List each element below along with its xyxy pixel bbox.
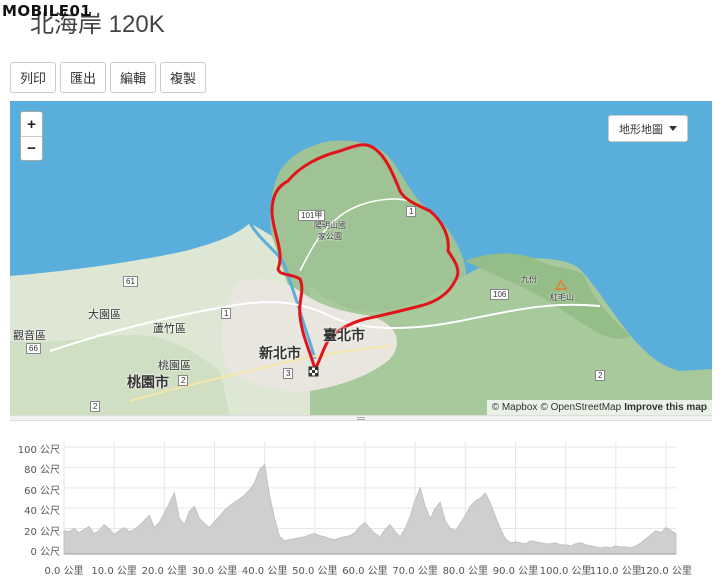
edit-button[interactable]: 編輯 (110, 62, 157, 93)
label-new-taipei: 新北市 (259, 346, 301, 362)
y-tick-label: 0 公尺 (30, 546, 60, 558)
y-tick-label: 60 公尺 (24, 485, 60, 497)
y-tick-label: 20 公尺 (24, 526, 60, 538)
road-sign-101: 101甲 (298, 210, 326, 221)
road-sign-2-south: 2 (90, 401, 101, 412)
attribution-osm-link[interactable]: © OpenStreetMap (540, 402, 621, 413)
label-taoyuan-city: 桃園市 (127, 375, 169, 391)
label-hongmaoshan: 紅毛山 (550, 293, 574, 302)
watermark-text: MOBILE01 (2, 2, 92, 20)
y-tick-label: 40 公尺 (24, 506, 60, 518)
zoom-in-button[interactable]: + (21, 112, 42, 136)
label-luzhu: 蘆竹區 (153, 322, 186, 335)
zoom-out-button[interactable]: − (21, 136, 42, 160)
route-page: MOBILE01 北海岸 120K 列印 匯出 編輯 複製 + − 地形地圖 臺… (0, 0, 720, 585)
map-layer-select[interactable]: 地形地圖 (608, 115, 688, 142)
road-sign-3: 3 (283, 368, 294, 379)
export-button[interactable]: 匯出 (60, 62, 107, 93)
road-sign-61: 61 (123, 276, 138, 287)
road-sign-66: 66 (26, 343, 41, 354)
map-attribution: © Mapbox © OpenStreetMap Improve this ma… (486, 400, 712, 415)
label-taoyuan-district: 桃園區 (158, 359, 191, 372)
route-map[interactable]: + − 地形地圖 臺北市 新北市 桃園市 桃園區 大園區 蘆竹區 觀音區 九份 … (10, 101, 712, 415)
map-layer-label: 地形地圖 (619, 122, 663, 136)
caret-down-icon (669, 126, 677, 131)
mobile01-watermark: MOBILE01 (2, 2, 91, 20)
label-yangmingshan: 陽明山國家公園 (314, 221, 346, 241)
road-sign-2: 2 (178, 375, 189, 386)
map-resize-handle[interactable] (10, 415, 712, 421)
label-guanyin: 觀音區 (13, 329, 46, 342)
print-button[interactable]: 列印 (10, 62, 57, 93)
y-tick-label: 100 公尺 (17, 445, 60, 457)
label-dayuan: 大園區 (88, 308, 121, 321)
attribution-mapbox-link[interactable]: © Mapbox (492, 402, 538, 413)
elevation-chart[interactable]: 100 公尺 80 公尺 60 公尺 40 公尺 20 公尺 0 公尺 0.0 公里 10.0… (0, 430, 720, 585)
grip-icon (357, 416, 365, 420)
toolbar: 列印 匯出 編輯 複製 (10, 62, 207, 93)
label-jiufen: 九份 (521, 275, 537, 284)
elevation-area (63, 463, 677, 555)
copy-button[interactable]: 複製 (160, 62, 207, 93)
x-tick-label: 120.0 公里 (640, 566, 692, 577)
label-taipei: 臺北市 (323, 328, 365, 344)
improve-map-link[interactable]: Improve this map (624, 402, 707, 413)
zoom-control: + − (20, 111, 43, 161)
map-tiles (10, 140, 712, 415)
road-sign-1-north: 1 (406, 206, 417, 217)
road-sign-2-east: 2 (595, 370, 606, 381)
road-sign-1: 1 (221, 308, 232, 319)
road-sign-106: 106 (490, 289, 510, 300)
y-tick-label: 80 公尺 (24, 465, 60, 477)
